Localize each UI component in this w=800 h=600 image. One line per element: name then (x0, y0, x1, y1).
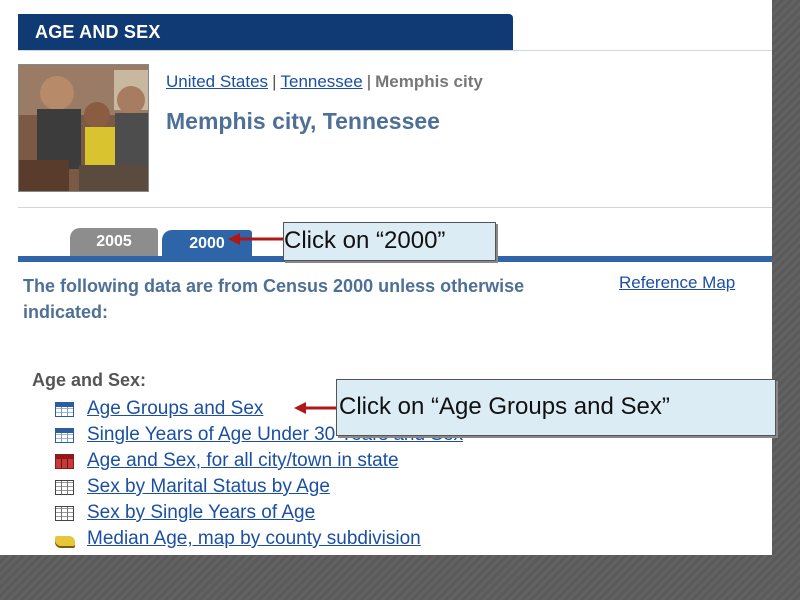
place-title: Memphis city, Tennessee (166, 108, 440, 134)
table-icon (55, 402, 74, 417)
callout-click-2000: Click on “2000” (283, 222, 496, 261)
arrow-to-tab-2000 (228, 233, 284, 245)
callout-click-age-groups: Click on “Age Groups and Sex” (336, 379, 776, 436)
link-age-and-sex-all-cities[interactable]: Age and Sex, for all city/town in state (87, 450, 399, 472)
breadcrumb: United States | Tennessee | Memphis city (166, 72, 483, 92)
link-sex-by-single-years[interactable]: Sex by Single Years of Age (87, 502, 315, 524)
section-divider (18, 207, 772, 208)
map-icon (55, 536, 75, 548)
census-page: AGE AND SEX United States | Tennessee | Memp… (0, 0, 772, 555)
link-age-groups-and-sex[interactable]: Age Groups and Sex (87, 398, 263, 420)
breadcrumb-link-united-states[interactable]: United States (166, 72, 268, 91)
reference-map-link[interactable]: Reference Map (619, 273, 735, 293)
breadcrumb-current: Memphis city (375, 72, 483, 91)
family-photo-image (19, 65, 148, 191)
tab-2005[interactable]: 2005 (70, 228, 158, 256)
breadcrumb-separator: | (366, 72, 372, 91)
red-table-icon (55, 454, 74, 469)
plain-table-icon (55, 480, 74, 495)
table-icon (55, 428, 74, 443)
arrow-to-age-groups-link (294, 402, 338, 414)
intro-text: The following data are from Census 2000 … (23, 276, 525, 322)
page-header-bar: AGE AND SEX (18, 14, 513, 50)
family-photo (18, 64, 149, 192)
link-median-age-map[interactable]: Median Age, map by county subdivision (87, 528, 421, 550)
link-sex-by-marital-status[interactable]: Sex by Marital Status by Age (87, 476, 330, 498)
plain-table-icon (55, 506, 74, 521)
breadcrumb-link-tennessee[interactable]: Tennessee (280, 72, 362, 91)
section-heading-age-sex: Age and Sex: (32, 370, 147, 390)
header-divider (18, 50, 772, 51)
breadcrumb-separator: | (272, 72, 277, 91)
page-header-title: AGE AND SEX (35, 22, 161, 42)
